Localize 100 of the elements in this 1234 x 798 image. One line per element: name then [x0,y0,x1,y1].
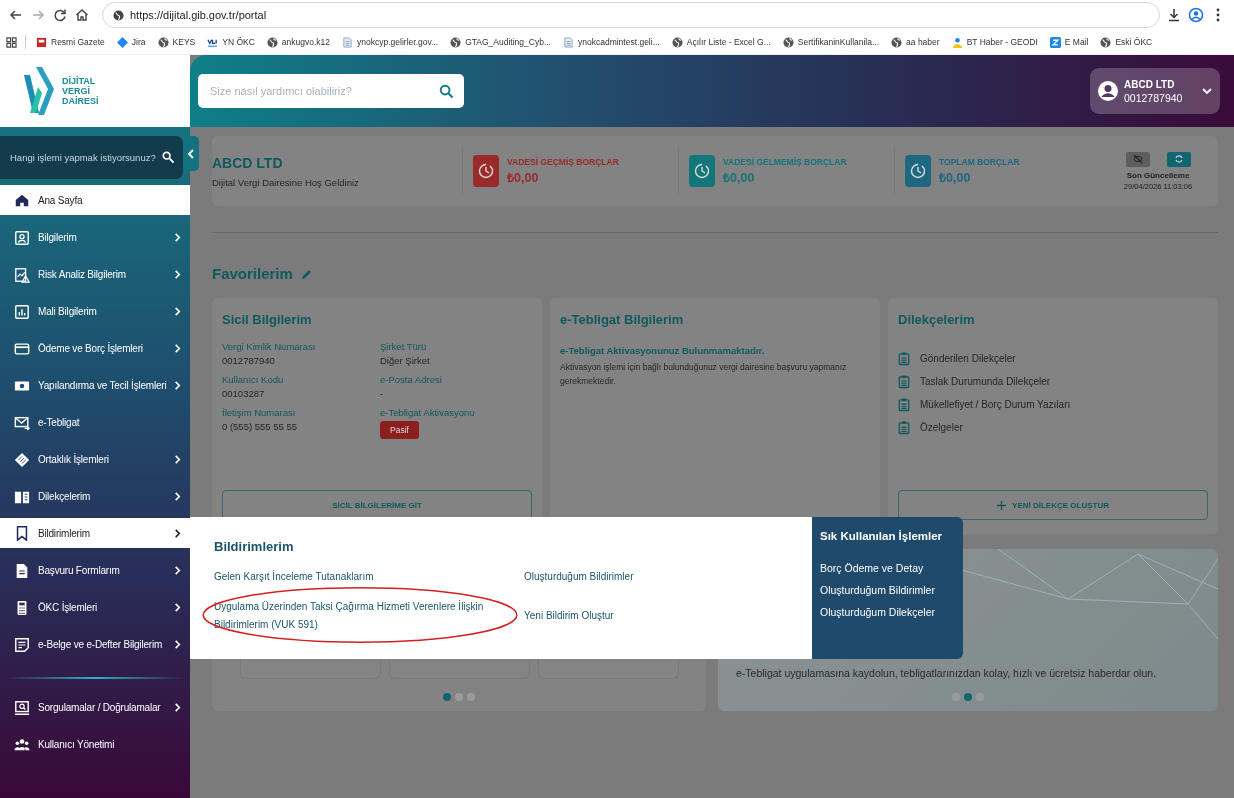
carousel-dot[interactable] [976,693,984,701]
id-card-icon [14,229,30,246]
card-title: e-Tebligat Bilgilerim [560,312,685,327]
site-info-icon [113,9,124,21]
refresh-button[interactable] [1166,151,1191,167]
sidebar-item[interactable]: Ödeme ve Borç İşlemleri [0,330,190,367]
plus-icon [997,500,1007,510]
petition-link[interactable]: Gönderilen Dilekçeler [920,353,1016,364]
sidebar-item[interactable]: ÖKC İşlemleri [0,589,190,626]
field-label: Vergi Kimlik Numarası [222,341,317,352]
bookmark-icon [14,525,30,541]
z-logo-icon [1049,36,1061,48]
carousel-dot[interactable] [467,693,475,701]
stat-amount: ₺0,00 [723,169,756,186]
globe-icon [782,36,794,48]
petition-link[interactable]: Özelgeler [920,422,963,433]
sidebar-item[interactable]: Bilgilerim [0,219,190,256]
stat-label: VADESİ GEÇMİŞ BORÇLAR [507,156,619,167]
download-icon[interactable] [1166,7,1182,23]
bookmark[interactable]: ynokcadmintest.geli... [561,34,662,50]
bookmark[interactable]: Resmi Gazete [34,34,107,50]
sidebar-item[interactable]: e-Belge ve e-Defter Bilgilerim [0,626,190,663]
sidebar-item[interactable]: Yapılandırma ve Tecil İşlemleri [0,367,190,404]
section-title: Favorilerim [212,265,293,282]
carousel-dot[interactable] [455,693,463,701]
stat-label: TOPLAM BORÇLAR [939,156,1020,167]
bookmark[interactable]: GTAG_Auditing_Cyb... [448,34,553,50]
reload-icon[interactable] [52,7,68,23]
notice-text: Aktivasyon işlemi için bağlı bulunduğunuz vergi dairesine başvuru yapmanız gerekmektedir. [560,361,848,388]
bookmark[interactable]: Eski ÖKC [1098,34,1155,50]
bookmark[interactable]: E Mail [1047,34,1091,50]
carousel-dot[interactable] [952,693,960,701]
last-update-label: Son Güncelleme [1126,170,1190,180]
submenu-link[interactable]: Yeni Bildirim Oluştur [524,607,788,625]
sidebar-search-input[interactable]: Hangi işlemi yapmak istiyorsunuz? [8,151,162,164]
field-label: e-Posta Adresi [380,374,443,385]
field-value: - [380,388,385,399]
monitor-search-icon [14,699,30,716]
search-field[interactable]: Size nasıl yardımcı olabiliriz? [198,74,464,108]
home-icon[interactable] [74,7,90,23]
bookmark[interactable]: ynokcyp.gelirler.gov... [340,34,441,50]
bookmark[interactable]: aa haber [889,34,942,50]
search-icon[interactable] [439,83,454,99]
clipboard-icon [898,397,910,412]
sidebar-item[interactable]: Bildirimlerim [0,518,190,548]
bookmark[interactable]: YN ÖKC [205,34,257,50]
chevron-left-icon [187,148,195,159]
card-icon [14,340,30,357]
logo-text: DAİRESİ [62,96,99,106]
stat-label: VADESİ GELMEMİŞ BORÇLAR [723,156,847,167]
globe-icon [157,36,169,48]
hide-button[interactable] [1125,151,1150,167]
sidebar-item[interactable]: Ortaklık İşlemleri [0,441,190,478]
sidebar-item[interactable]: e-Tebligat [0,404,190,441]
petition-link[interactable]: Taslak Durumunda Dilekçeler [920,376,1051,387]
bookmark[interactable]: Jira [114,34,148,50]
user-menu[interactable]: ABCD LTD 0012787940 [1090,68,1220,114]
globe-icon [671,36,683,48]
submenu-link[interactable]: Gelen Karşıt İnceleme Tutanaklarım [214,568,514,586]
bookmark[interactable]: ankugvo.k12 [264,34,333,50]
quick-link[interactable]: Borç Ödeme ve Detay [820,562,955,574]
users-icon [14,736,30,753]
user-name: ABCD LTD [1124,78,1176,90]
refresh-icon [1173,154,1184,164]
search-input[interactable]: Size nasıl yardımcı olabiliriz? [208,84,439,98]
sidebar-item[interactable]: Başvuru Formlarım [0,552,190,589]
clipboard-icon [898,420,910,435]
sidebar-item[interactable]: Ana Sayfa [0,185,190,215]
field-value: 0 (555) 555 55 55 [222,421,298,432]
sidebar-item[interactable]: Dilekçelerim [0,478,190,515]
profile-icon[interactable] [1188,7,1204,23]
clipboard-icon [898,374,910,389]
diamond-icon [116,36,128,48]
url-text: https://dijital.gib.gov.tr/portal [130,9,267,21]
field-value: Diğer Şirket [380,355,431,366]
mail-icon [14,414,30,431]
petition-link[interactable]: Mükellefiyet / Borç Durum Yazıları [920,399,1071,410]
search-icon[interactable] [162,151,175,164]
carousel-dot[interactable] [443,693,451,701]
collapse-button[interactable] [183,136,199,171]
field-label: e-Tebligat Aktivasyonu [380,407,476,418]
apps-grid-icon[interactable] [6,36,17,48]
quick-link[interactable]: Oluşturduğum Bildirimler [820,584,955,596]
submenu-link[interactable]: Oluşturduğum Bildirimler [524,568,788,586]
eye-off-icon [1132,154,1143,164]
bookmark[interactable]: KEYS [155,34,198,50]
sidebar-item[interactable]: Risk Analiz Bilgilerim [0,256,190,293]
bookmark[interactable]: Açılır Liste - Excel G... [669,34,773,50]
sidebar-item[interactable]: Mali Bilgilerim [0,293,190,330]
sidebar-search-field[interactable]: Hangi işlemi yapmak istiyorsunuz? [0,136,183,179]
quick-link[interactable]: Oluşturduğum Dilekçeler [820,606,955,618]
sidebar-item[interactable]: Sorgulamalar / Doğrulamalar [0,689,190,726]
bookmark[interactable]: SertifikaninKullanila... [780,34,882,50]
carousel-dot[interactable] [964,693,972,701]
bookmark[interactable]: BT Haber - GEODI [949,34,1040,50]
chevron-down-icon [1202,86,1212,96]
house-icon [14,192,30,208]
company-name: ABCD LTD [212,154,284,171]
document-icon [563,36,574,48]
sidebar-item[interactable]: Kullanıcı Yönetimi [0,726,190,763]
